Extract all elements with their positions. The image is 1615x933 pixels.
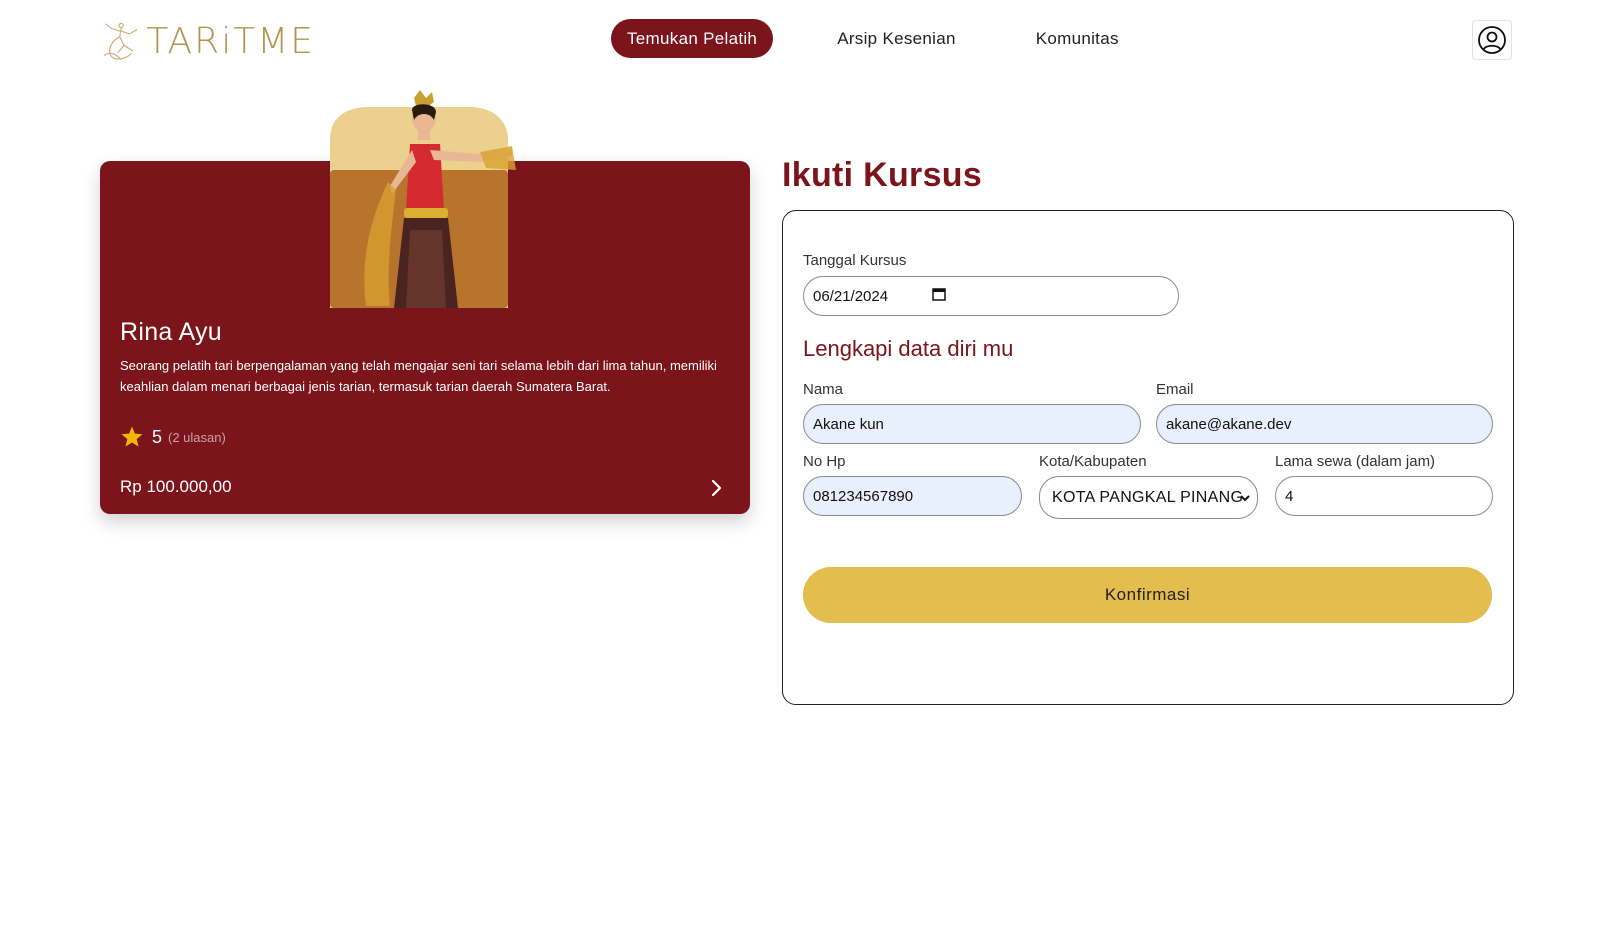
main-nav: Temukan Pelatih Arsip Kesenian Komunitas xyxy=(611,19,1135,58)
city-label: Kota/Kabupaten xyxy=(1039,453,1147,470)
name-value: Akane kun xyxy=(813,415,884,433)
city-value: KOTA PANGKAL PINANG xyxy=(1052,488,1244,506)
date-label: Tanggal Kursus xyxy=(803,252,907,269)
phone-label: No Hp xyxy=(803,453,846,470)
dancer-logo-icon xyxy=(103,22,138,60)
star-icon xyxy=(121,426,143,447)
trainer-rating: 5 (2 ulasan) xyxy=(120,425,226,449)
taritme-logo[interactable]: TARiTME xyxy=(100,12,315,70)
trainer-price: Rp 100.000,00 xyxy=(120,477,232,496)
email-input[interactable]: akane@akane.dev xyxy=(1156,404,1493,444)
calendar-icon[interactable] xyxy=(932,287,946,301)
email-value: akane@akane.dev xyxy=(1166,415,1292,433)
form-title: Ikuti Kursus xyxy=(782,156,983,194)
trainer-description: Seorang pelatih tari berpengalaman yang … xyxy=(120,358,717,394)
trainer-name: Rina Ayu xyxy=(120,318,223,346)
course-date-value: 06/21/2024 xyxy=(813,287,889,305)
logo-wordmark: TARiTME xyxy=(146,20,315,62)
course-date-input[interactable]: 06/21/2024 xyxy=(803,276,1179,316)
trainer-photo xyxy=(330,90,516,308)
chevron-down-icon xyxy=(1240,495,1250,502)
duration-value: 4 xyxy=(1285,487,1294,505)
email-label: Email xyxy=(1156,381,1194,398)
name-input[interactable]: Akane kun xyxy=(803,404,1141,444)
top-navbar: TARiTME Temukan Pelatih Arsip Kesenian K… xyxy=(0,0,1615,80)
city-select[interactable]: KOTA PANGKAL PINANG xyxy=(1039,476,1258,519)
nav-temukan-pelatih[interactable]: Temukan Pelatih xyxy=(611,19,774,58)
rating-value: 5 xyxy=(152,426,163,447)
duration-input[interactable]: 4 xyxy=(1275,476,1493,516)
duration-label: Lama sewa (dalam jam) xyxy=(1275,453,1436,470)
review-count: (2 ulasan) xyxy=(168,429,226,445)
phone-value: 081234567890 xyxy=(813,487,914,505)
personal-data-heading: Lengkapi data diri mu xyxy=(803,336,1014,361)
profile-button[interactable] xyxy=(1472,20,1512,60)
confirm-button[interactable]: Konfirmasi xyxy=(803,567,1492,623)
nav-komunitas[interactable]: Komunitas xyxy=(1020,19,1135,58)
phone-input[interactable]: 081234567890 xyxy=(803,476,1022,516)
name-label: Nama xyxy=(803,381,844,398)
nav-arsip-kesenian[interactable]: Arsip Kesenian xyxy=(821,19,972,58)
chevron-right-icon[interactable] xyxy=(706,478,726,498)
user-circle-icon xyxy=(1478,26,1506,54)
